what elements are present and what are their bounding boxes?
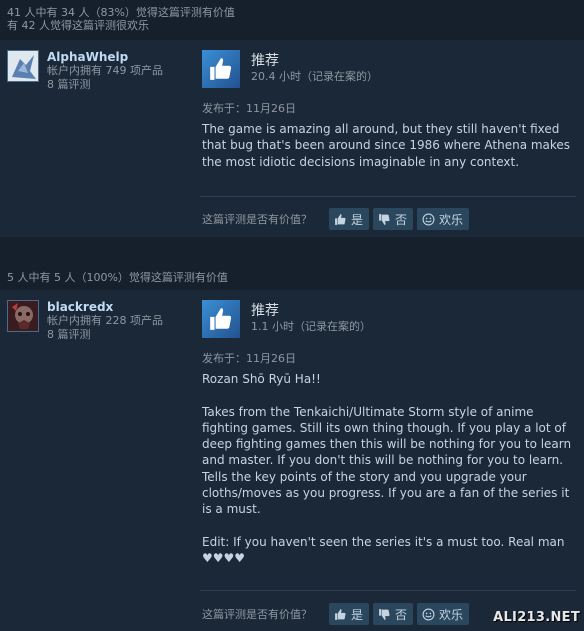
products-owned[interactable]: 帐户内拥有 228 项产品 xyxy=(47,314,163,328)
thumbs-up-icon xyxy=(335,213,346,225)
vote-bar: 这篇评测是否有价值？ 是 否 欢乐 xyxy=(202,603,473,625)
smiley-icon xyxy=(422,213,435,225)
divider xyxy=(200,590,576,591)
vote-yes-label: 是 xyxy=(351,607,364,622)
thumbs-up-icon xyxy=(202,50,240,88)
thumbs-down-icon xyxy=(379,608,390,620)
hours-played: 20.4 小时（记录在案的） xyxy=(251,70,378,83)
review-text: Rozan Shō Ryū Ha!! Takes from the Tenkai… xyxy=(202,372,572,566)
review-helpful-header: 5 人中有 5 人（100%）觉得这篇评测有价值 xyxy=(0,264,584,290)
review-count[interactable]: 8 篇评测 xyxy=(47,328,163,342)
hours-played: 1.1 小时（记录在案的） xyxy=(251,320,371,333)
recommendation-label: 推荐 xyxy=(251,303,279,319)
recommendation-block: 推荐 1.1 小时（记录在案的） xyxy=(202,300,576,344)
author-name[interactable]: blackredx xyxy=(47,300,163,314)
review-card: AlphaWhelp 帐户内拥有 749 项产品 8 篇评测 推荐 20.4 小… xyxy=(0,40,584,237)
thumbs-up-icon xyxy=(335,608,346,620)
recommendation-block: 推荐 20.4 小时（记录在案的） xyxy=(202,50,576,94)
vote-no-label: 否 xyxy=(395,212,408,227)
thumbs-down-icon xyxy=(379,213,390,225)
avatar[interactable] xyxy=(7,300,39,332)
vote-prompt: 这篇评测是否有价值？ xyxy=(202,608,312,621)
vote-yes-button[interactable]: 是 xyxy=(329,208,370,230)
divider xyxy=(200,196,576,197)
vote-funny-button[interactable]: 欢乐 xyxy=(417,208,470,230)
smiley-icon xyxy=(422,608,435,620)
vote-yes-label: 是 xyxy=(351,212,364,227)
helpful-count: 5 人中有 5 人（100%）觉得这篇评测有价值 xyxy=(7,271,228,284)
vote-funny-label: 欢乐 xyxy=(439,607,464,622)
author-name[interactable]: AlphaWhelp xyxy=(47,50,163,64)
review-author[interactable]: blackredx 帐户内拥有 228 项产品 8 篇评测 xyxy=(7,300,163,342)
review-count[interactable]: 8 篇评测 xyxy=(47,78,163,92)
review-author[interactable]: AlphaWhelp 帐户内拥有 749 项产品 8 篇评测 xyxy=(7,50,163,92)
vote-no-button[interactable]: 否 xyxy=(373,603,414,625)
vote-yes-button[interactable]: 是 xyxy=(329,603,370,625)
vote-bar: 这篇评测是否有价值？ 是 否 欢乐 xyxy=(202,208,473,230)
vote-no-label: 否 xyxy=(395,607,408,622)
review-text: The game is amazing all around, but they… xyxy=(202,122,574,169)
recommendation-label: 推荐 xyxy=(251,53,279,69)
products-owned[interactable]: 帐户内拥有 749 项产品 xyxy=(47,64,163,78)
vote-prompt: 这篇评测是否有价值？ xyxy=(202,213,312,226)
posted-date: 发布于：11月26日 xyxy=(202,352,296,365)
vote-funny-label: 欢乐 xyxy=(439,212,464,227)
watermark: ALI213.NET xyxy=(493,610,580,625)
vote-funny-button[interactable]: 欢乐 xyxy=(417,603,470,625)
thumbs-up-icon xyxy=(202,300,240,338)
avatar[interactable] xyxy=(7,50,39,82)
review-card: blackredx 帐户内拥有 228 项产品 8 篇评测 推荐 1.1 小时（… xyxy=(0,290,584,631)
review-helpful-header: 41 人中有 34 人（83%）觉得这篇评测有价值 有 42 人觉得这篇评测很欢… xyxy=(0,0,584,40)
posted-date: 发布于：11月26日 xyxy=(202,102,296,115)
vote-no-button[interactable]: 否 xyxy=(373,208,414,230)
funny-count: 有 42 人觉得这篇评测很欢乐 xyxy=(7,19,149,32)
helpful-count: 41 人中有 34 人（83%）觉得这篇评测有价值 xyxy=(7,6,235,19)
review-separator xyxy=(0,237,584,264)
